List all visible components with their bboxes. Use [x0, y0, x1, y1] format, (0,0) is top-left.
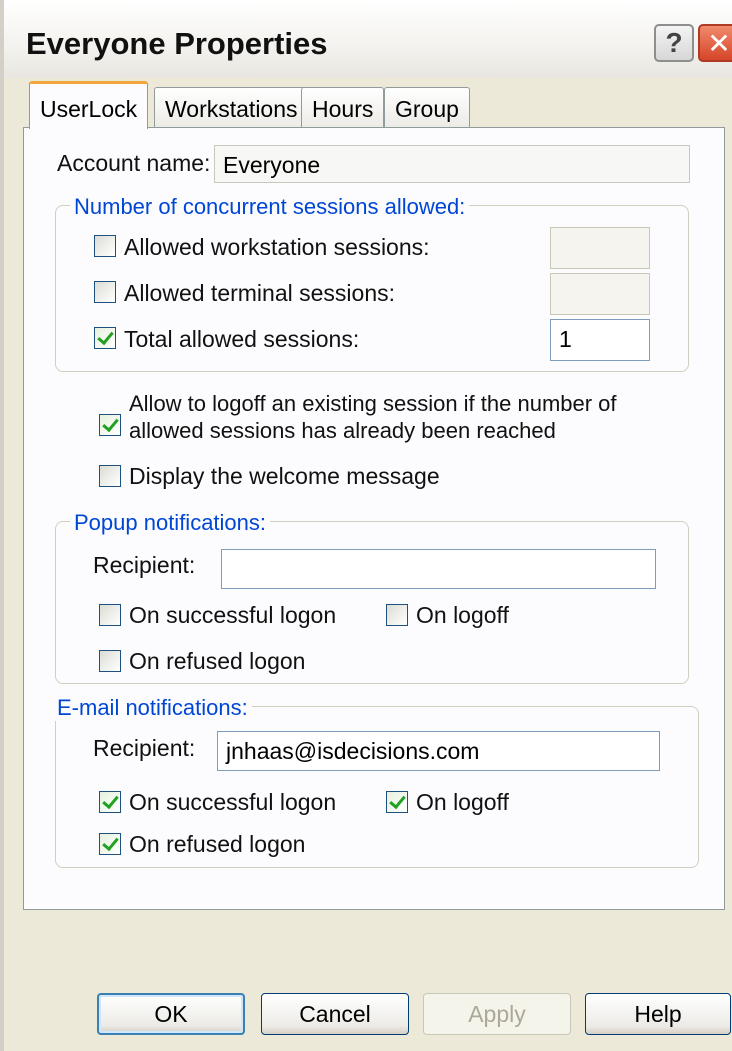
popup-refused-logon-label: On refused logon — [129, 648, 306, 674]
terminal-sessions-field[interactable] — [550, 273, 650, 315]
email-notifications-title: E-mail notifications: — [53, 695, 252, 721]
tab-label: Workstations — [165, 96, 298, 122]
apply-button-label: Apply — [468, 1000, 526, 1027]
email-refused-logon-checkbox[interactable] — [99, 833, 121, 855]
popup-recipient-field[interactable] — [221, 549, 656, 589]
question-mark-icon: ? — [665, 27, 683, 58]
help-icon-button[interactable]: ? — [654, 24, 694, 62]
email-successful-logon-checkbox[interactable] — [99, 791, 121, 813]
sessions-group-title: Number of concurrent sessions allowed: — [70, 194, 470, 220]
allow-logoff-label-line1: Allow to logoff an existing session if t… — [129, 391, 617, 416]
close-button[interactable]: ✕ — [698, 24, 732, 62]
window-title: Everyone Properties — [26, 26, 328, 61]
tab-userlock[interactable]: UserLock — [29, 81, 149, 129]
tab-label: Hours — [312, 96, 374, 122]
email-recipient-label: Recipient: — [93, 735, 196, 761]
total-sessions-checkbox[interactable] — [94, 327, 116, 349]
total-sessions-field[interactable]: 1 — [550, 319, 650, 361]
email-logoff-checkbox[interactable] — [386, 791, 408, 813]
welcome-message-label: Display the welcome message — [129, 463, 440, 489]
tab-label: Group — [395, 96, 459, 122]
tab-workstations[interactable]: Workstations — [154, 87, 309, 127]
email-recipient-field[interactable]: jnhaas@isdecisions.com — [217, 731, 660, 771]
tab-panel: Account name: Everyone Number of concurr… — [23, 127, 725, 910]
popup-logoff-label: On logoff — [416, 602, 509, 628]
workstation-sessions-checkbox[interactable] — [94, 235, 116, 257]
allow-logoff-label-line2: allowed sessions has already been reache… — [129, 418, 556, 443]
help-button[interactable]: Help — [585, 993, 731, 1035]
popup-recipient-label: Recipient: — [93, 552, 196, 578]
properties-dialog: Everyone Properties ? ✕ UserLock Worksta… — [0, 0, 732, 1051]
close-icon: ✕ — [707, 27, 731, 59]
allow-logoff-checkbox[interactable] — [99, 414, 121, 436]
tab-hours[interactable]: Hours — [301, 87, 385, 127]
account-name-field[interactable]: Everyone — [214, 145, 690, 183]
tab-label: UserLock — [40, 96, 138, 122]
ok-button[interactable]: OK — [97, 993, 245, 1035]
account-name-label: Account name: — [57, 150, 211, 176]
workstation-sessions-label: Allowed workstation sessions: — [124, 234, 430, 260]
help-button-label: Help — [634, 1000, 682, 1027]
ok-button-label: OK — [154, 1000, 188, 1027]
email-logoff-label: On logoff — [416, 789, 509, 815]
apply-button[interactable]: Apply — [423, 993, 571, 1035]
terminal-sessions-checkbox[interactable] — [94, 281, 116, 303]
email-successful-logon-label: On successful logon — [129, 789, 337, 815]
title-bar[interactable]: Everyone Properties ? ✕ — [4, 0, 732, 78]
workstation-sessions-field[interactable] — [550, 227, 650, 269]
terminal-sessions-label: Allowed terminal sessions: — [124, 280, 396, 306]
email-refused-logon-label: On refused logon — [129, 831, 306, 857]
popup-successful-logon-checkbox[interactable] — [99, 604, 121, 626]
popup-successful-logon-label: On successful logon — [129, 602, 337, 628]
popup-notifications-title: Popup notifications: — [70, 510, 271, 536]
welcome-message-checkbox[interactable] — [99, 465, 121, 487]
popup-refused-logon-checkbox[interactable] — [99, 650, 121, 672]
cancel-button[interactable]: Cancel — [261, 993, 409, 1035]
cancel-button-label: Cancel — [299, 1000, 371, 1027]
total-sessions-label: Total allowed sessions: — [124, 326, 360, 352]
popup-logoff-checkbox[interactable] — [386, 604, 408, 626]
tab-group[interactable]: Group — [384, 87, 470, 127]
